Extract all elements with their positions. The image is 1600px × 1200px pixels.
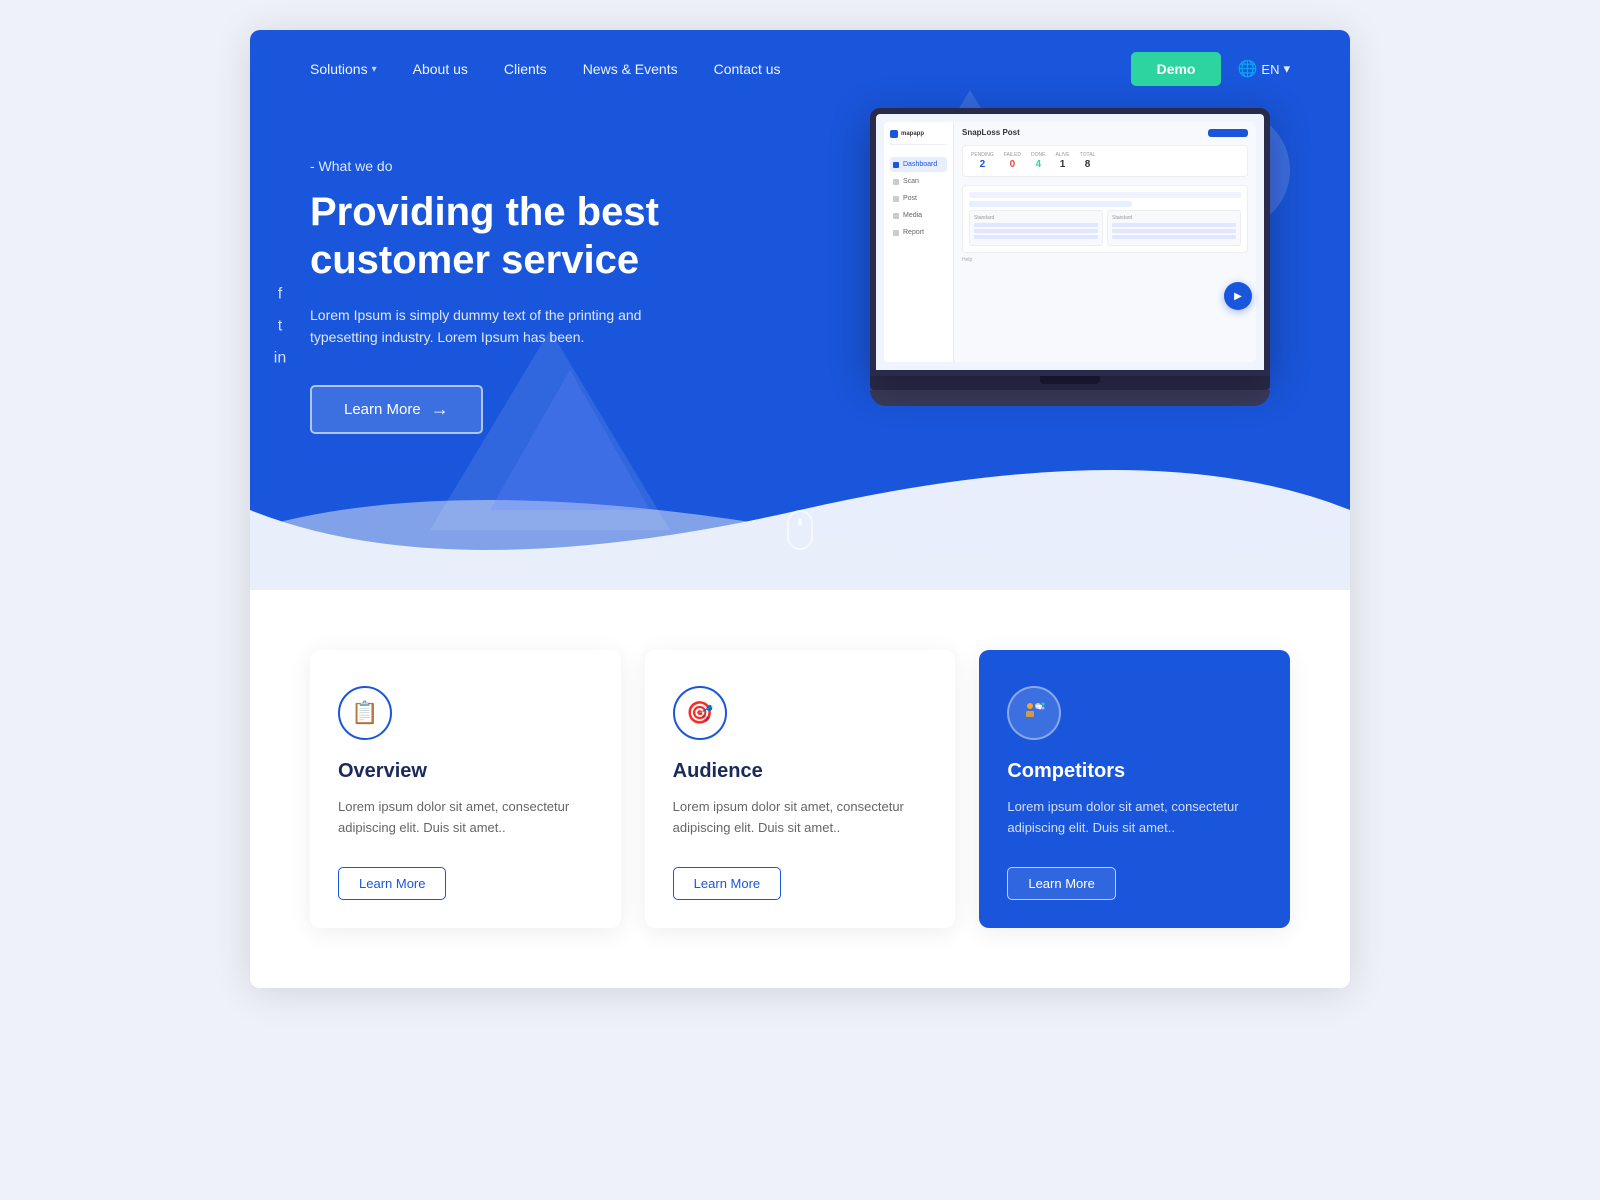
mock-stat-failed: FAILED 0 xyxy=(1004,152,1021,170)
mock-cards: Standard xyxy=(969,210,1241,246)
nav-about[interactable]: About us xyxy=(413,61,468,77)
hero-section: Solutions ▾ About us Clients News & Even… xyxy=(250,30,1350,590)
competitors-icon xyxy=(1022,698,1046,728)
card-competitors: Competitors Lorem ipsum dolor sit amet, … xyxy=(979,650,1290,928)
mock-nav-icon xyxy=(893,162,899,168)
mock-app: mapapp Dashboard Scan xyxy=(884,122,1256,362)
card-title-audience: Audience xyxy=(673,760,928,783)
card-desc-overview: Lorem ipsum dolor sit amet, consectetur … xyxy=(338,797,593,839)
mock-nav-icon xyxy=(893,196,899,202)
arrow-right-icon: → xyxy=(431,399,449,420)
scroll-dot xyxy=(798,518,802,526)
card-title-overview: Overview xyxy=(338,760,593,783)
card-desc-audience: Lorem ipsum dolor sit amet, consectetur … xyxy=(673,797,928,839)
mock-help: Help xyxy=(962,257,1248,263)
laptop-stand xyxy=(870,390,1270,406)
bottom-section: 📋 Overview Lorem ipsum dolor sit amet, c… xyxy=(250,590,1350,988)
scroll-indicator xyxy=(787,510,813,550)
mock-nav-media: Media xyxy=(890,208,947,223)
nav-clients[interactable]: Clients xyxy=(504,61,547,77)
hero-learn-more-button[interactable]: Learn More → xyxy=(310,385,483,434)
mock-nav-icon xyxy=(893,213,899,219)
card-desc-competitors: Lorem ipsum dolor sit amet, consectetur … xyxy=(1007,797,1262,839)
linkedin-icon[interactable]: in xyxy=(270,349,290,367)
hero-description: Lorem Ipsum is simply dummy text of the … xyxy=(310,304,690,349)
mock-action-btn xyxy=(1208,129,1248,137)
card-overview: 📋 Overview Lorem ipsum dolor sit amet, c… xyxy=(310,650,621,928)
card-audience: 🎯 Audience Lorem ipsum dolor sit amet, c… xyxy=(645,650,956,928)
mock-nav-dashboard: Dashboard xyxy=(890,157,947,172)
hero-title: Providing the best customer service xyxy=(310,188,770,284)
facebook-icon[interactable]: f xyxy=(270,285,290,303)
chevron-down-icon: ▾ xyxy=(372,64,377,75)
card-icon-wrap-audience: 🎯 xyxy=(673,686,727,740)
mock-nav-scan: Scan xyxy=(890,174,947,189)
mock-nav-post: Post xyxy=(890,191,947,206)
language-selector[interactable]: 🌐 EN ▾ xyxy=(1237,59,1290,79)
mock-nav-icon xyxy=(893,179,899,185)
hero-subtitle: - What we do xyxy=(310,158,850,174)
nav-links: Solutions ▾ About us Clients News & Even… xyxy=(310,61,1131,77)
mock-stats: PENDING 2 FAILED 0 DONE xyxy=(962,145,1248,177)
card-learn-more-audience[interactable]: Learn More xyxy=(673,867,781,900)
mock-header-bar: SnapLoss Post xyxy=(962,128,1248,137)
play-button[interactable]: ▶ xyxy=(1224,282,1252,310)
mock-content-area: Standard xyxy=(962,185,1248,253)
page-wrapper: Solutions ▾ About us Clients News & Even… xyxy=(250,30,1350,988)
mock-logo: mapapp xyxy=(890,130,947,145)
chevron-down-icon: ▾ xyxy=(1283,61,1290,77)
mock-sidebar: mapapp Dashboard Scan xyxy=(884,122,954,362)
mock-card-1: Standard xyxy=(969,210,1103,246)
mock-stat-total: TOTAL 8 xyxy=(1080,152,1096,170)
hero-content: - What we do Providing the best customer… xyxy=(250,108,1350,514)
card-icon-wrap-overview: 📋 xyxy=(338,686,392,740)
social-icons: f t in xyxy=(270,285,290,367)
laptop-notch xyxy=(1040,376,1100,384)
card-learn-more-competitors[interactable]: Learn More xyxy=(1007,867,1115,900)
competitors-svg-icon xyxy=(1022,698,1046,722)
clipboard-icon: 📋 xyxy=(351,700,378,726)
demo-button[interactable]: Demo xyxy=(1131,52,1222,86)
mock-row xyxy=(969,192,1241,198)
mock-nav-report: Report xyxy=(890,225,947,240)
hero-right: mapapp Dashboard Scan xyxy=(850,108,1290,406)
laptop-screen-inner: mapapp Dashboard Scan xyxy=(884,122,1256,362)
target-icon: 🎯 xyxy=(686,700,713,726)
mock-main: SnapLoss Post PENDING 2 xyxy=(954,122,1256,362)
card-title-competitors: Competitors xyxy=(1007,760,1262,783)
mock-stat-alive: ALIVE 1 xyxy=(1055,152,1069,170)
mock-nav-icon xyxy=(893,230,899,236)
navbar: Solutions ▾ About us Clients News & Even… xyxy=(250,30,1350,108)
mock-stat-done: DONE 4 xyxy=(1031,152,1045,170)
mock-page-title: SnapLoss Post xyxy=(962,128,1020,137)
mock-logo-dot xyxy=(890,130,898,138)
nav-contact[interactable]: Contact us xyxy=(714,61,781,77)
cards-grid: 📋 Overview Lorem ipsum dolor sit amet, c… xyxy=(310,650,1290,928)
nav-right: Demo 🌐 EN ▾ xyxy=(1131,52,1290,86)
laptop-mockup: mapapp Dashboard Scan xyxy=(870,108,1270,406)
mock-card-2: Standard xyxy=(1107,210,1241,246)
laptop-screen: mapapp Dashboard Scan xyxy=(870,108,1270,376)
mock-stat-pending: PENDING 2 xyxy=(971,152,994,170)
nav-solutions[interactable]: Solutions ▾ xyxy=(310,61,377,77)
globe-icon: 🌐 xyxy=(1237,59,1257,79)
mock-row-half xyxy=(969,201,1132,207)
twitter-icon[interactable]: t xyxy=(270,317,290,335)
hero-left: - What we do Providing the best customer… xyxy=(310,128,850,434)
laptop-base xyxy=(870,376,1270,390)
mock-logo-text: mapapp xyxy=(901,131,924,137)
card-icon-wrap-competitors xyxy=(1007,686,1061,740)
nav-news[interactable]: News & Events xyxy=(583,61,678,77)
card-learn-more-overview[interactable]: Learn More xyxy=(338,867,446,900)
